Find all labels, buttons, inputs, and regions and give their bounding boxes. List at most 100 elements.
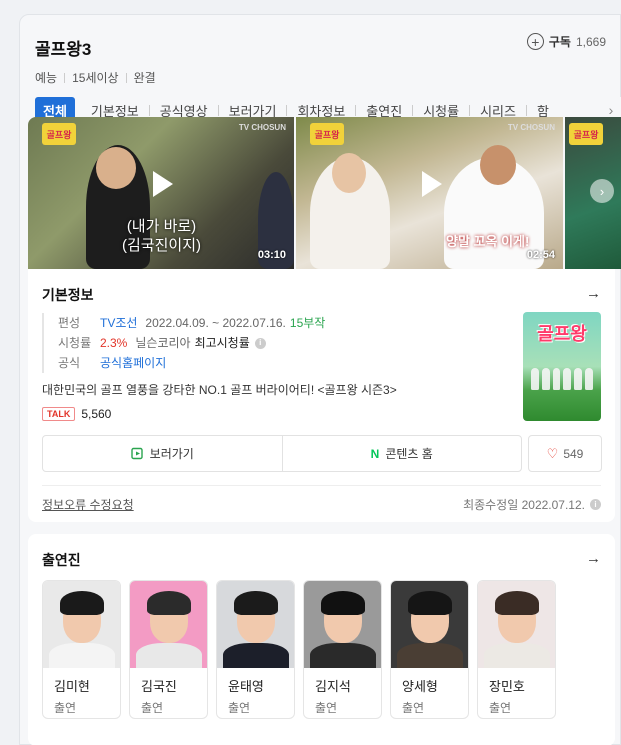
- report-error-link[interactable]: 정보오류 수정요청: [42, 496, 134, 513]
- cast-member[interactable]: 장민호 출연: [477, 580, 556, 719]
- last-updated: 최종수정일 2022.07.12. i: [463, 496, 601, 513]
- plus-circle-icon: +: [526, 33, 544, 50]
- person-face: [96, 147, 136, 189]
- photo-body: [48, 643, 115, 668]
- cast-photo: [391, 581, 468, 668]
- info-row-rating: 시청률 2.3% 닐슨코리아 최고시청률 i: [58, 333, 325, 353]
- show-logo-badge: 골프왕: [42, 123, 76, 145]
- poster-people: [531, 368, 593, 390]
- info-icon[interactable]: i: [590, 499, 601, 510]
- last-updated-text: 최종수정일 2022.07.12.: [463, 498, 585, 512]
- rating-source: 닐슨코리아: [135, 336, 191, 350]
- arrow-right-icon[interactable]: →: [586, 550, 601, 567]
- cast-role: 출연: [54, 701, 77, 715]
- photo-body: [135, 643, 202, 668]
- cast-name: 김지석: [315, 679, 351, 694]
- cast-member[interactable]: 양세형출연: [390, 580, 469, 719]
- contents-home-button[interactable]: N 콘텐츠 홈: [281, 436, 522, 471]
- talk-badge: TALK: [42, 407, 76, 421]
- channel-watermark: TV CHOSUN: [238, 123, 286, 132]
- cast-member[interactable]: 김지석출연: [303, 580, 382, 719]
- photo-body: [222, 643, 289, 668]
- watch-label: 보러가기: [149, 447, 194, 461]
- program-meta: 예능 15세이상 완결: [35, 69, 620, 86]
- meta-genre: 예능: [35, 71, 58, 85]
- divider: [42, 485, 601, 486]
- cast-name: 김국진: [141, 679, 177, 694]
- video-thumbnail[interactable]: 골프왕 TV CHOSUN 양말 꼬옥 이게! 02:54: [296, 117, 563, 269]
- chevron-right-icon[interactable]: ›: [590, 179, 614, 203]
- poster-title: 골프왕: [537, 324, 587, 344]
- basic-info-card: 기본정보 → 편성 TV조선 2022.04.09. ~ 2022.07.16.…: [28, 269, 615, 522]
- channel-watermark: TV CHOSUN: [507, 123, 555, 132]
- info-rows: 편성 TV조선 2022.04.09. ~ 2022.07.16. 15부작 시…: [42, 313, 325, 373]
- photo-hair: [59, 591, 104, 615]
- naver-n-icon: N: [370, 446, 380, 461]
- arrow-right-icon[interactable]: →: [586, 285, 601, 302]
- rating-value: 2.3%: [100, 336, 128, 350]
- contents-home-label: 콘텐츠 홈: [385, 447, 433, 461]
- info-icon[interactable]: i: [254, 337, 266, 349]
- program-description: 대한민국의 골프 열풍을 강타한 NO.1 골프 버라이어티! <골프왕 시즌3…: [42, 383, 397, 397]
- photo-hair: [320, 591, 365, 615]
- like-count: 549: [563, 446, 584, 461]
- person-face: [332, 153, 366, 193]
- video-thumbnail[interactable]: 골프왕 TV CHOSUN (내가 바로) (김국진이지) 03:10: [28, 117, 294, 269]
- cast-member[interactable]: 김국진 출연: [129, 580, 208, 719]
- cast-role: 출연: [315, 701, 338, 715]
- meta-status: 완결: [133, 71, 156, 85]
- cast-role: 출연: [402, 701, 425, 715]
- show-logo-badge: 골프왕: [569, 123, 603, 145]
- info-label: 편성: [58, 316, 81, 330]
- action-buttons: 보러가기 N 콘텐츠 홈 ♡ 549: [42, 435, 602, 472]
- talk-row[interactable]: TALK 5,560: [42, 407, 111, 421]
- watch-button[interactable]: 보러가기: [43, 436, 282, 471]
- caption-line: (김국진이지): [122, 237, 201, 254]
- cast-name: 윤태영: [228, 679, 264, 694]
- official-site-link[interactable]: 공식홈페이지: [100, 353, 166, 373]
- play-icon[interactable]: [413, 167, 447, 201]
- photo-hair: [146, 591, 191, 615]
- cast-photo: [304, 581, 381, 668]
- channel-link[interactable]: TV조선: [100, 313, 137, 333]
- info-label: 시청률: [58, 336, 92, 350]
- video-caption: (내가 바로) (김국진이지): [122, 217, 201, 255]
- cast-name: 김미현: [54, 679, 90, 694]
- photo-hair: [407, 591, 452, 615]
- talk-count: 5,560: [81, 407, 112, 421]
- heart-icon: ♡: [546, 445, 559, 461]
- cast-photo: [217, 581, 294, 668]
- watch-icon: [130, 447, 143, 460]
- photo-body: [396, 643, 463, 668]
- video-duration: 02:54: [526, 249, 555, 261]
- section-title[interactable]: 출연진: [42, 550, 81, 570]
- video-carousel: 골프왕 TV CHOSUN (내가 바로) (김국진이지) 03:10 골프왕 …: [28, 117, 621, 269]
- photo-hair: [233, 591, 278, 615]
- photo-body: [309, 643, 376, 668]
- cast-role: 출연: [489, 701, 512, 715]
- section-title[interactable]: 기본정보: [42, 285, 94, 305]
- cast-photo: [478, 581, 555, 668]
- caption-line: (내가 바로): [126, 218, 197, 235]
- cast-list: 김미현 출연 김국진 출연 윤태영 출연 김지석 출연 양세형 출연 장민호 출연: [42, 580, 556, 719]
- program-header: 골프왕3 + 구독 1,669 예능 15세이상 완결 전체 기본정보 공식영상…: [20, 15, 621, 123]
- video-duration: 03:10: [257, 249, 286, 261]
- cast-member[interactable]: 윤태영출연: [216, 580, 295, 719]
- cast-role: 출연: [228, 701, 251, 715]
- cast-name: 양세형: [402, 679, 438, 694]
- show-logo-badge: 골프왕: [310, 123, 344, 145]
- info-row-air: 편성 TV조선 2022.04.09. ~ 2022.07.16. 15부작: [58, 313, 325, 333]
- subscribe-count: 1,669: [575, 34, 606, 49]
- episode-count[interactable]: 15부작: [290, 313, 325, 333]
- program-poster[interactable]: 골프왕: [523, 312, 601, 421]
- cast-member[interactable]: 김미현출연: [42, 580, 121, 719]
- play-icon[interactable]: [144, 167, 178, 201]
- info-label: 공식: [58, 356, 81, 370]
- photo-hair: [494, 591, 539, 615]
- info-row-official: 공식 공식홈페이지: [58, 353, 325, 373]
- video-thumbnail[interactable]: 골프왕 ›: [565, 117, 621, 269]
- meta-age: 15세이상: [72, 71, 119, 85]
- cast-photo: [43, 581, 120, 668]
- like-button[interactable]: ♡ 549: [528, 435, 602, 472]
- subscribe-button[interactable]: + 구독 1,669: [526, 33, 606, 50]
